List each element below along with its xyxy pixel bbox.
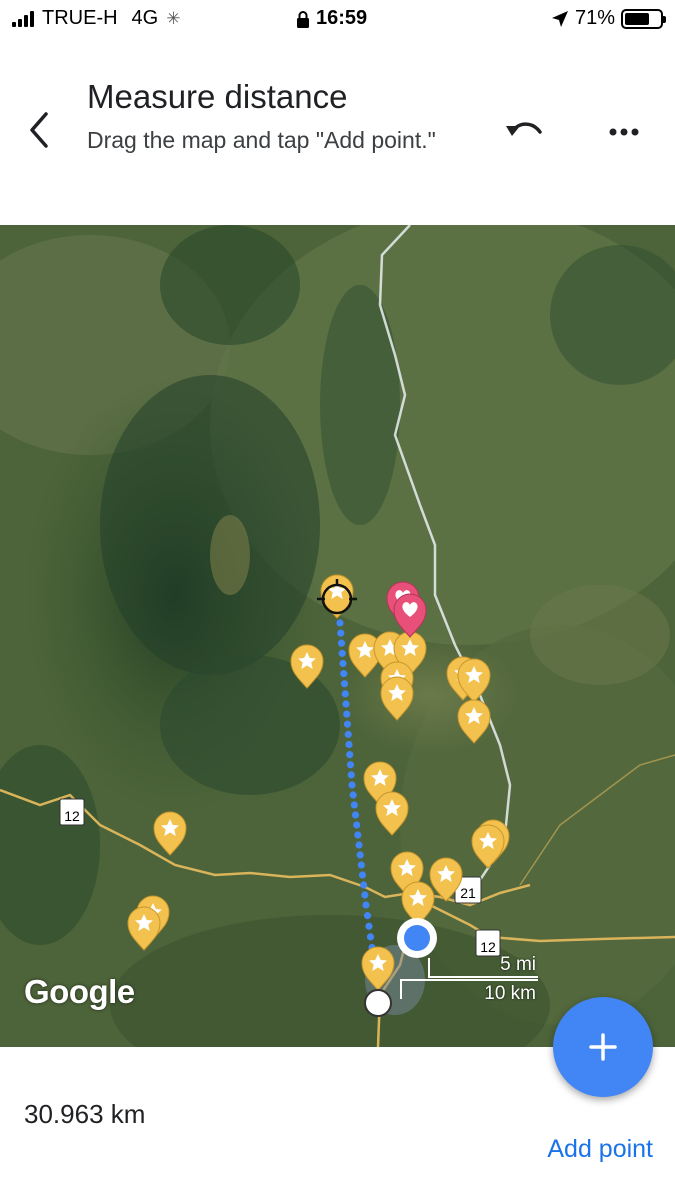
- measure-path-dot: [349, 791, 357, 799]
- measure-path-dot: [341, 690, 349, 698]
- measure-path-dot: [343, 720, 352, 728]
- measure-path-dot: [346, 761, 355, 769]
- my-location-icon[interactable]: [397, 918, 437, 958]
- status-right: 71%: [551, 7, 666, 30]
- more-horizontal-icon: [609, 128, 639, 136]
- total-distance: 30.963 km: [24, 1099, 146, 1129]
- battery-fill: [625, 12, 650, 25]
- lock-icon: [297, 10, 309, 28]
- measure-path-dot: [357, 861, 365, 869]
- loading-icon: ✳: [166, 8, 181, 28]
- measure-path-dot: [337, 629, 345, 637]
- scale-tick-mi: [428, 958, 430, 978]
- carrier-label: TRUE-H: [42, 7, 118, 29]
- more-options-button[interactable]: [600, 112, 648, 152]
- back-button[interactable]: [20, 106, 60, 154]
- measure-path-dot: [339, 659, 347, 668]
- measure-path-dot: [344, 730, 352, 738]
- signal-icon: [12, 10, 34, 27]
- measure-path-dot: [348, 781, 356, 789]
- measure-path-dot: [340, 680, 349, 688]
- measure-start-point[interactable]: [364, 989, 392, 1017]
- scale-label-km: 10 km: [484, 983, 536, 1004]
- location-arrow-icon: [551, 10, 568, 27]
- measure-path-dot: [338, 649, 346, 657]
- measure-path-dot: [337, 639, 346, 647]
- scale-label-mi: 5 mi: [500, 954, 536, 975]
- measure-path-dot: [363, 912, 372, 920]
- measure-path-dot: [355, 841, 363, 849]
- page-subtitle: Drag the map and tap "Add point.": [87, 127, 436, 153]
- scale-bar-mi: [428, 976, 538, 978]
- measure-path-dot: [360, 881, 368, 889]
- measure-path-dot: [358, 871, 367, 879]
- status-left: TRUE-H 4G ✳: [12, 7, 180, 30]
- app-header: Measure distance Drag the map and tap "A…: [0, 38, 675, 225]
- measure-path-dot: [351, 811, 360, 819]
- chevron-left-icon: [30, 112, 48, 148]
- svg-text:21: 21: [460, 885, 476, 901]
- measure-path-dot: [336, 619, 344, 627]
- measure-path-dot: [347, 771, 355, 779]
- google-logo: Google: [24, 973, 135, 1010]
- clock: 16:59: [316, 7, 368, 29]
- status-bar: TRUE-H 4G ✳ 16:59 71%: [0, 0, 675, 38]
- map-scale: 5 mi 10 km: [398, 953, 538, 1013]
- measure-path-dot: [342, 700, 350, 708]
- measure-path-dot: [346, 751, 354, 759]
- scale-tick-km: [400, 979, 402, 999]
- measure-path-dot: [345, 740, 353, 749]
- satellite-map[interactable]: 12 21 12 Google 5 mi 10 km: [0, 225, 675, 1047]
- measure-path-dot: [361, 891, 369, 899]
- measure-path-dot: [356, 851, 364, 859]
- measure-path-dot: [354, 831, 362, 839]
- measure-path-dot: [343, 710, 351, 718]
- undo-button[interactable]: [500, 112, 548, 152]
- measure-path-dot: [362, 901, 370, 909]
- page-title: Measure distance: [87, 78, 348, 115]
- network-label: 4G: [131, 7, 159, 29]
- scale-bar-km: [400, 979, 538, 981]
- svg-text:12: 12: [64, 808, 80, 824]
- plus-icon: [589, 1033, 617, 1061]
- measure-path-dot: [340, 670, 348, 678]
- add-point-link[interactable]: Add point: [547, 1135, 653, 1164]
- undo-icon: [506, 122, 542, 136]
- status-center: 16:59: [296, 7, 367, 30]
- battery-icon: [621, 8, 666, 29]
- route-shield-12-west: 12: [59, 798, 85, 826]
- battery-percent: 71%: [574, 7, 615, 29]
- measure-path-dot: [365, 922, 373, 930]
- measure-path-dot: [350, 801, 358, 809]
- measure-path-dot: [366, 933, 375, 941]
- map-canvas[interactable]: 12 21 12: [0, 225, 675, 1047]
- measure-path-dot: [353, 821, 361, 829]
- add-point-button[interactable]: [553, 997, 653, 1097]
